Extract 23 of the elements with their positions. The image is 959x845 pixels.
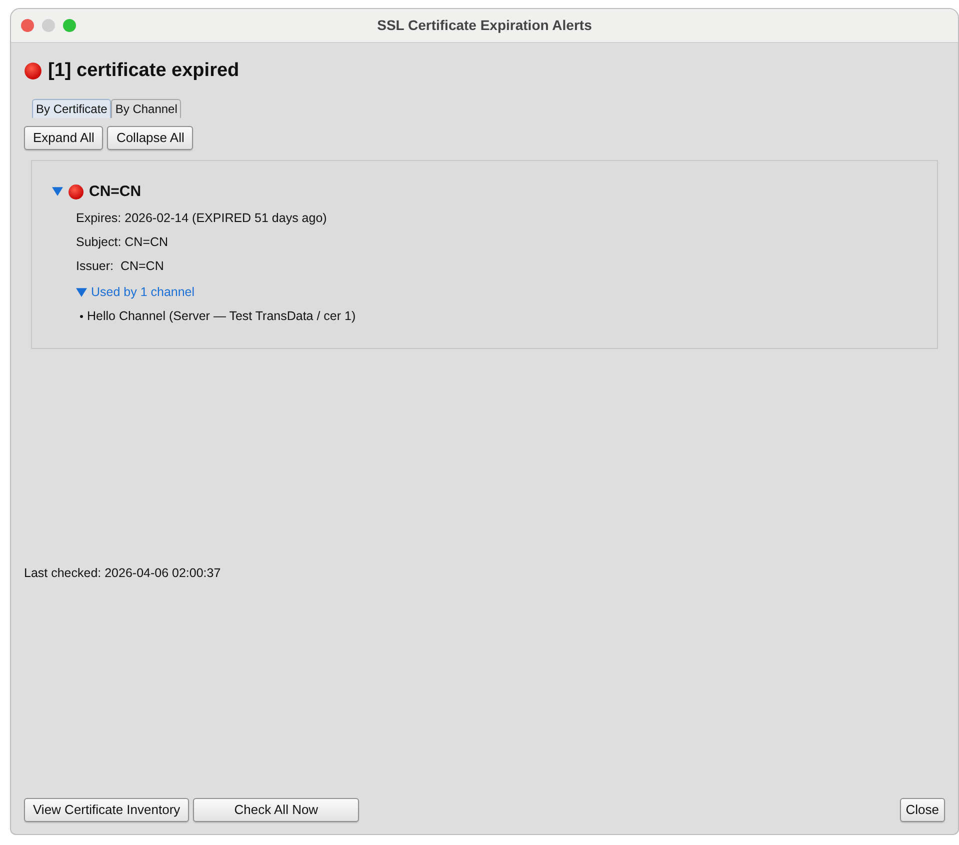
close-window-button[interactable] [21, 19, 34, 32]
close-button[interactable]: Close [900, 798, 945, 822]
bullet-icon [80, 314, 83, 318]
channels-toggle-link[interactable]: Used by 1 channel [91, 283, 195, 302]
alert-heading: [1] certificate expired [48, 59, 240, 83]
certificate-name: CN=CN [89, 182, 142, 202]
tab[interactable]: By Channel [111, 98, 182, 118]
channels-toggle-icon[interactable] [76, 287, 87, 298]
channel-item: Hello Channel (Server — Test TransData / cer 1) [87, 308, 356, 325]
collapse-all-button[interactable]: Collapse All [107, 126, 194, 150]
certificate-detail: Expires: 2026-02-14 (EXPIRED 51 days ago) [76, 210, 328, 227]
view-inventory-button[interactable]: View Certificate Inventory [24, 798, 190, 822]
check-all-button[interactable]: Check All Now [193, 798, 360, 822]
zoom-window-button[interactable] [63, 19, 76, 32]
status-dot-icon [24, 62, 42, 80]
last-checked-text: Last checked: 2026-04-06 02:00:37 [24, 565, 221, 582]
certificate-detail: Issuer: CN=CN [76, 258, 165, 274]
tab[interactable]: By Certificate [32, 98, 112, 118]
window-title: SSL Certificate Expiration Alerts [376, 16, 593, 35]
expand-all-button[interactable]: Expand All [24, 126, 104, 150]
expand-toggle-icon[interactable] [52, 186, 63, 198]
status-dot-icon [68, 184, 84, 200]
certificate-detail: Subject: CN=CN [76, 234, 170, 251]
